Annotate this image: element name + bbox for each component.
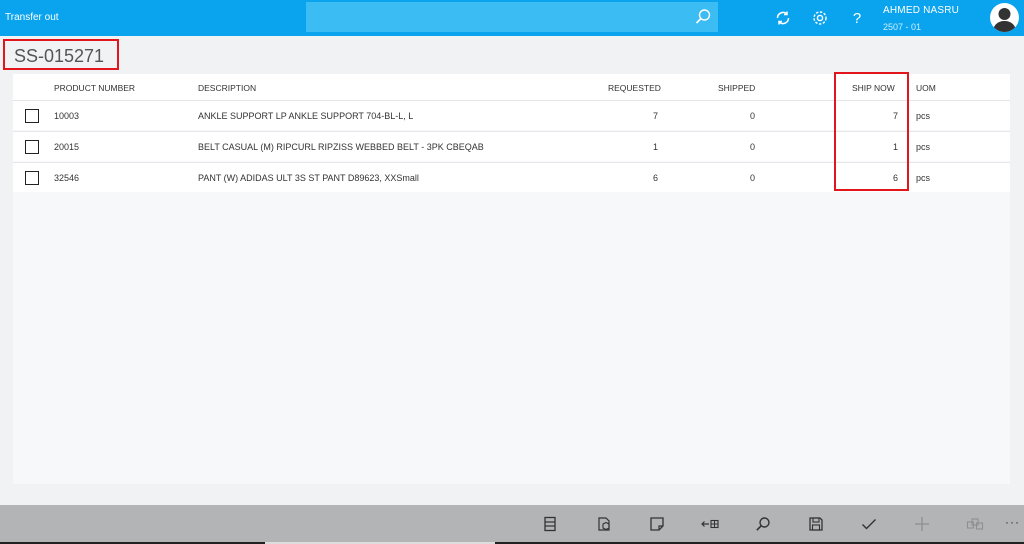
save-icon[interactable] [807, 515, 825, 533]
document-list-icon[interactable] [541, 515, 559, 533]
description: ANKLE SUPPORT LP ANKLE SUPPORT 704-BL-L,… [198, 111, 414, 121]
document-id-text: SS-015271 [14, 46, 105, 66]
check-icon[interactable] [860, 515, 878, 533]
row-checkbox[interactable] [25, 140, 39, 154]
search-input[interactable] [306, 2, 718, 32]
description: PANT (W) ADIDAS ULT 3S ST PANT D89623, X… [198, 173, 419, 183]
shipped: 0 [749, 173, 755, 183]
user-name: AHMED NASRU [883, 5, 960, 16]
gear-icon[interactable] [810, 8, 830, 28]
app-title: Transfer out [5, 12, 59, 23]
help-icon[interactable]: ? [847, 8, 867, 28]
product-number: 20015 [54, 142, 80, 152]
uom: pcs [916, 142, 931, 152]
col-shipped[interactable]: SHIPPED [718, 83, 755, 93]
col-requested[interactable]: REQUESTED [608, 83, 661, 93]
uom: pcs [916, 173, 931, 183]
product-number: 32546 [54, 173, 80, 183]
uom: pcs [916, 111, 931, 121]
requested: 1 [652, 142, 658, 152]
description: BELT CASUAL (M) RIPCURL RIPZISS WEBBED B… [198, 142, 484, 152]
search-icon[interactable] [694, 8, 712, 26]
ship-now-highlight [834, 72, 909, 191]
move-left-icon[interactable] [701, 515, 719, 533]
col-uom[interactable]: UOM [916, 83, 936, 93]
col-product-number[interactable]: PRODUCT NUMBER [54, 83, 135, 93]
row-checkbox[interactable] [25, 171, 39, 185]
requested: 7 [652, 111, 658, 121]
note-icon[interactable] [648, 515, 666, 533]
shipped: 0 [749, 142, 755, 152]
more-icon[interactable]: ··· [1005, 515, 1020, 529]
add-icon [913, 515, 931, 533]
requested: 6 [652, 173, 658, 183]
product-number: 10003 [54, 111, 80, 121]
col-description[interactable]: DESCRIPTION [198, 83, 256, 93]
row-checkbox[interactable] [25, 109, 39, 123]
top-bar: Transfer out ? AHMED NASRU 2507 - 01 [0, 0, 1024, 36]
refresh-icon[interactable] [773, 8, 793, 28]
box-icon[interactable] [595, 515, 613, 533]
avatar-icon[interactable] [990, 3, 1019, 32]
document-id: SS-015271 [3, 39, 119, 70]
boxes-icon [966, 515, 984, 533]
user-store: 2507 - 01 [883, 22, 922, 32]
action-bar: ··· [0, 505, 1024, 544]
shipped: 0 [749, 111, 755, 121]
search-icon[interactable] [754, 515, 772, 533]
